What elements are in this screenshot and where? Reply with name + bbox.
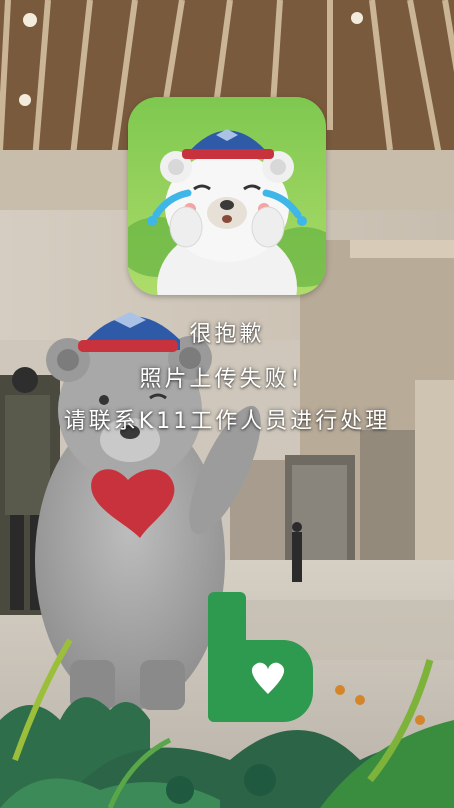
contact-staff-message: 请联系K11工作人员进行处理 xyxy=(63,409,391,434)
crying-bear-icon xyxy=(128,97,326,295)
upload-failed-message: 照片上传失败！ xyxy=(139,367,315,392)
error-title: 很抱歉 xyxy=(189,322,265,347)
